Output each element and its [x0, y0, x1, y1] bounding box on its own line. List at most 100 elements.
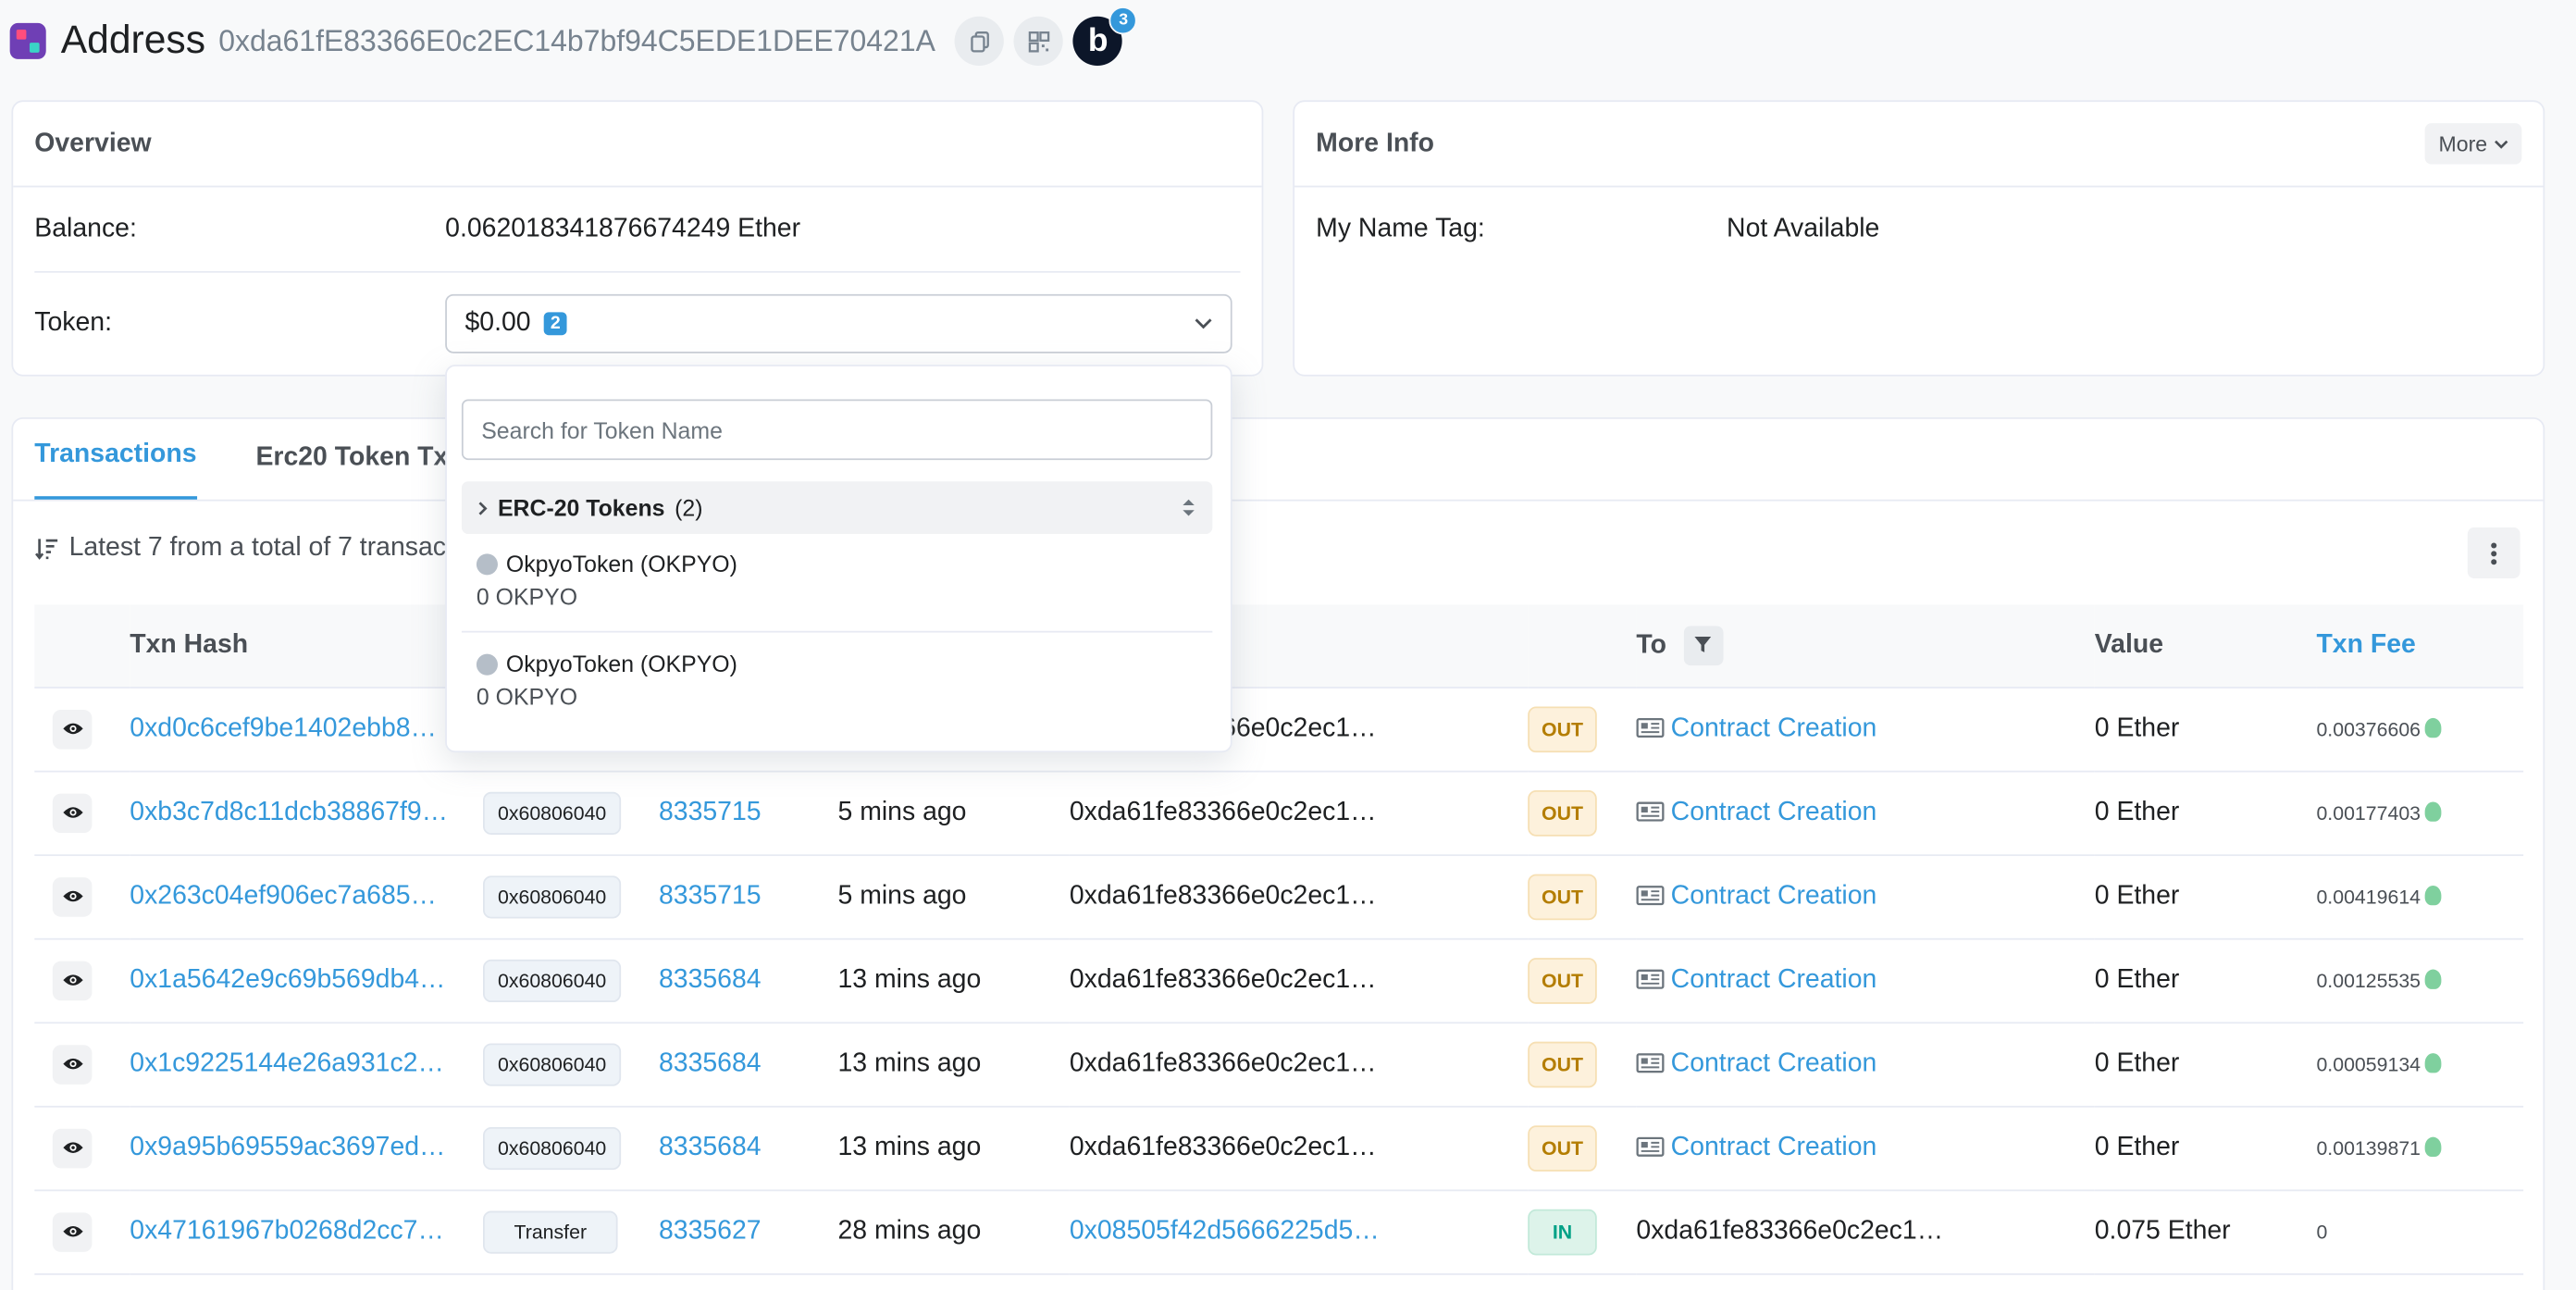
from-address-link[interactable]: 0x08505f42d5666225d5… — [1070, 1217, 1380, 1245]
txn-fee-value: 0.00419614 — [2316, 885, 2421, 908]
contract-creation-link[interactable]: Contract Creation — [1671, 965, 1877, 993]
block-link[interactable]: 8335715 — [659, 882, 762, 910]
contract-creation-link[interactable]: Contract Creation — [1671, 798, 1877, 825]
age-cell: 13 mins ago — [837, 1022, 1070, 1107]
token-holdings-dropdown[interactable]: $0.00 2 — [445, 293, 1232, 354]
token-amount: 0 OKPYO — [476, 683, 578, 711]
direction-badge: OUT — [1528, 957, 1597, 1003]
token-name: OkpyoToken (OKPYO) — [505, 651, 737, 677]
eye-icon — [62, 1142, 82, 1153]
sort-toggle-icon[interactable] — [1182, 498, 1196, 517]
view-details-button[interactable] — [52, 1127, 93, 1168]
view-details-button[interactable] — [52, 960, 93, 1000]
txn-hash-link[interactable]: 0x1c9225144e26a931c2… — [130, 1049, 444, 1077]
txn-hash-link[interactable]: 0x9a95b69559ac3697ed… — [130, 1133, 445, 1160]
txn-fee-value: 0.00376606 — [2316, 717, 2421, 740]
token-list-item[interactable]: OkpyoToken (OKPYO) 0 OKPYO — [476, 551, 1212, 610]
txn-fee-value: 0.00125535 — [2316, 968, 2421, 992]
name-tag-label: My Name Tag: — [1316, 215, 1485, 243]
block-link[interactable]: 8335684 — [659, 1049, 762, 1077]
value-cell: 0 Ether — [2094, 937, 2317, 1023]
view-details-button[interactable] — [52, 1044, 93, 1084]
table-header-row: Txn Hash To Value Txn Fee — [34, 604, 2524, 688]
more-info-card: More Info More My Name Tag: Not Availabl… — [1293, 100, 2545, 377]
contract-creation-link[interactable]: Contract Creation — [1671, 1049, 1877, 1077]
transactions-summary: Latest 7 from a total of 7 transactions — [34, 534, 502, 564]
txn-fee-value: 0.00177403 — [2316, 800, 2421, 825]
block-link[interactable]: 8335715 — [659, 798, 762, 825]
token-icon — [476, 552, 498, 575]
value-cell: 0 Ether — [2094, 687, 2317, 772]
contract-creation-link[interactable]: Contract Creation — [1671, 882, 1877, 910]
txn-hash-link[interactable]: 0x263c04ef906ec7a685… — [130, 882, 437, 910]
from-address: 0xda61fe83366e0c2ec1… — [1069, 881, 1377, 910]
block-link[interactable]: 8335684 — [659, 1133, 762, 1160]
txn-hash-link[interactable]: 0xb3c7d8c11dcb38867f9… — [130, 798, 448, 825]
table-body: 0xd0c6cef9be1402ebb8… 0xda61fe83366e0c2ec… — [34, 687, 2524, 1274]
token-icon — [476, 652, 498, 675]
gas-price-icon[interactable] — [2425, 718, 2443, 738]
direction-badge: OUT — [1528, 789, 1597, 836]
contract-icon — [1636, 1137, 1665, 1158]
more-button[interactable]: More — [2425, 123, 2522, 165]
tab-transactions[interactable]: Transactions — [34, 440, 197, 500]
txn-hash-link[interactable]: 0x1a5642e9c69b569db4… — [130, 965, 445, 993]
contract-icon — [1636, 802, 1665, 823]
block-link[interactable]: 8335627 — [659, 1217, 762, 1245]
col-txn-fee[interactable]: Txn Fee — [2316, 604, 2524, 688]
more-info-header: More Info More — [1294, 102, 2544, 188]
contract-creation-link[interactable]: Contract Creation — [1671, 713, 1877, 741]
table-row: 0x47161967b0268d2cc7… Transfer 8335627 28 m… — [34, 1189, 2524, 1274]
contract-creation-link[interactable]: Contract Creation — [1671, 1133, 1877, 1160]
blockscan-letter: b — [1087, 21, 1108, 59]
eye-icon — [62, 807, 82, 818]
group-count: (2) — [675, 494, 703, 521]
qr-code-button[interactable] — [1014, 16, 1064, 67]
divider — [461, 630, 1213, 633]
overview-title: Overview — [34, 129, 152, 157]
more-button-label: More — [2438, 131, 2488, 156]
token-search-input[interactable] — [461, 399, 1213, 461]
txn-hash-link[interactable]: 0x47161967b0268d2cc7… — [130, 1217, 444, 1245]
direction-badge: OUT — [1528, 705, 1597, 752]
transactions-table: Txn Hash To Value Txn Fee 0xd0c6cef9be14… — [34, 604, 2524, 1274]
balance-row: Balance: 0.062018341876674249 Ether — [34, 187, 1241, 273]
txn-hash-link[interactable]: 0xd0c6cef9be1402ebb8… — [130, 713, 437, 741]
method-badge: 0x60806040 — [482, 874, 622, 918]
table-row: 0x1c9225144e26a931c2… 0x60806040 8335684 13… — [34, 1022, 2524, 1107]
gas-price-icon[interactable] — [2425, 801, 2443, 823]
contract-icon — [1636, 886, 1665, 906]
col-value: Value — [2094, 604, 2317, 688]
eye-icon — [62, 890, 82, 902]
view-details-button[interactable] — [52, 709, 93, 749]
txn-fee-header-link[interactable]: Txn Fee — [2316, 630, 2415, 658]
erc20-tokens-group[interactable]: ERC-20 Tokens (2) — [461, 481, 1213, 535]
age-cell: 13 mins ago — [837, 1105, 1070, 1191]
address-avatar-icon — [9, 22, 46, 59]
chevron-down-icon — [2495, 139, 2508, 148]
gas-price-icon[interactable] — [2425, 886, 2443, 906]
contract-icon — [1636, 718, 1665, 738]
contract-icon — [1636, 970, 1665, 990]
view-details-button[interactable] — [52, 792, 93, 833]
direction-badge: IN — [1528, 1208, 1597, 1255]
block-link[interactable]: 8335684 — [659, 965, 762, 993]
copy-address-button[interactable] — [955, 16, 1005, 67]
gas-price-icon[interactable] — [2425, 970, 2443, 990]
to-filter-button[interactable] — [1683, 626, 1724, 665]
col-txn-hash: Txn Hash — [130, 604, 483, 688]
view-details-button[interactable] — [52, 876, 93, 916]
contract-icon — [1636, 1053, 1665, 1073]
table-options-button[interactable] — [2467, 527, 2520, 578]
gas-price-icon[interactable] — [2425, 1053, 2443, 1073]
qr-code-icon — [1028, 31, 1050, 52]
value-cell: 0 Ether — [2094, 854, 2317, 939]
gas-price-icon[interactable] — [2425, 1137, 2443, 1158]
blockscan-chat-button[interactable]: b 3 — [1073, 6, 1138, 67]
col-eye — [34, 604, 130, 688]
token-dropdown-menu: ERC-20 Tokens (2) OkpyoToken (OKPYO) 0 O… — [445, 365, 1232, 753]
token-list-item[interactable]: OkpyoToken (OKPYO) 0 OKPYO — [476, 651, 1212, 711]
view-details-button[interactable] — [52, 1211, 93, 1252]
table-row: 0x1a5642e9c69b569db4… 0x60806040 8335684 13… — [34, 937, 2524, 1023]
direction-badge: OUT — [1528, 1124, 1597, 1172]
